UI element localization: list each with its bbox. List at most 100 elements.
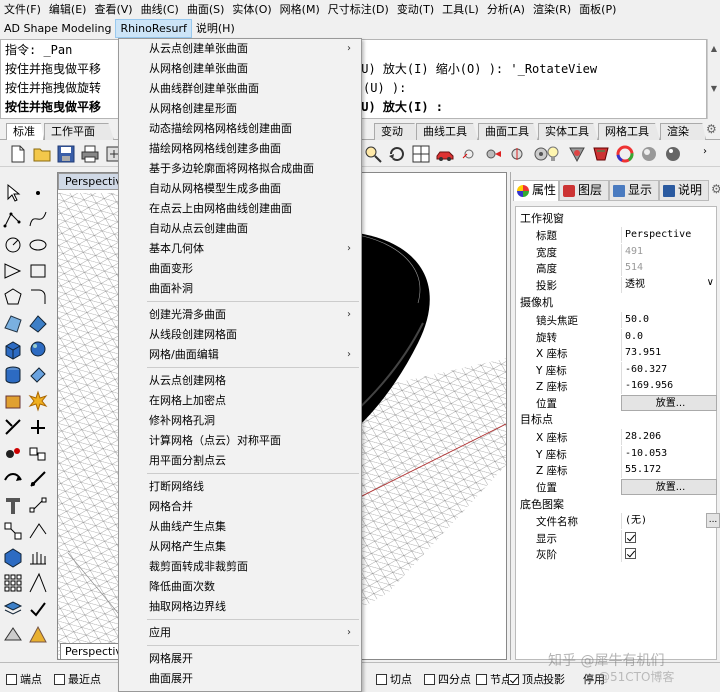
- material-pyramid-icon[interactable]: [27, 624, 49, 646]
- property-value[interactable]: 28.206: [621, 429, 717, 445]
- chevron-right-icon[interactable]: ›: [703, 146, 707, 157]
- dropdown-item[interactable]: 曲面变形: [119, 259, 361, 279]
- dropdown-item[interactable]: 从网格创建星形面: [119, 99, 361, 119]
- tab-cplanes[interactable]: 工作平面: [44, 123, 114, 140]
- grid-array-icon[interactable]: [2, 572, 24, 594]
- property-value[interactable]: (无): [621, 513, 717, 529]
- checkbox[interactable]: [625, 548, 636, 559]
- tab-layers[interactable]: 图层: [559, 180, 609, 201]
- surface-icon[interactable]: [2, 312, 24, 334]
- new-file-icon[interactable]: [8, 144, 28, 164]
- four-views-icon[interactable]: [411, 144, 431, 164]
- tab-transform[interactable]: 变动: [374, 123, 418, 140]
- dropdown-item[interactable]: 打断网络线: [119, 477, 361, 497]
- dropdown-item[interactable]: 自动从网格模型生成多曲面: [119, 179, 361, 199]
- tab-help[interactable]: 说明: [659, 180, 709, 201]
- menu-solid[interactable]: 实体(O): [228, 0, 275, 19]
- checkbox[interactable]: [6, 674, 17, 685]
- car-icon[interactable]: [435, 144, 455, 164]
- checkbox[interactable]: [376, 674, 387, 685]
- color-wheel-icon[interactable]: [615, 144, 635, 164]
- menu-rhinoresurf[interactable]: RhinoResurf: [115, 19, 192, 38]
- menu-render[interactable]: 渲染(R): [529, 0, 575, 19]
- dropdown-item[interactable]: 应用 ›: [119, 623, 361, 643]
- menu-edit[interactable]: 编辑(E): [45, 0, 91, 19]
- osnap-toggle[interactable]: 最近点: [54, 671, 101, 687]
- zoom-icon[interactable]: [363, 144, 383, 164]
- edit-points-icon[interactable]: [27, 520, 49, 542]
- layer-icon[interactable]: [2, 598, 24, 620]
- box-icon[interactable]: [2, 338, 24, 360]
- dropdown-item[interactable]: 网格/曲面编辑 ›: [119, 345, 361, 365]
- property-value[interactable]: -169.956: [621, 378, 717, 394]
- osnap-toggle[interactable]: 四分点: [424, 671, 471, 687]
- command-scrollbar[interactable]: ▲ ▼: [707, 39, 720, 119]
- copy-icon[interactable]: [27, 468, 49, 490]
- property-value[interactable]: 0.0: [621, 328, 717, 345]
- scroll-down-icon[interactable]: ▼: [708, 79, 720, 99]
- checkbox[interactable]: [508, 674, 519, 685]
- property-checkbox[interactable]: [621, 546, 717, 562]
- panel-gear-icon[interactable]: ⚙: [711, 182, 720, 196]
- property-value[interactable]: 514: [621, 260, 717, 276]
- light-icon[interactable]: [543, 144, 563, 164]
- material-icon[interactable]: [567, 144, 587, 164]
- lock-icon[interactable]: [507, 144, 527, 164]
- menu-curve[interactable]: 曲线(C): [137, 0, 183, 19]
- checkbox[interactable]: [54, 674, 65, 685]
- sphere-icon[interactable]: [27, 338, 49, 360]
- menu-transform[interactable]: 变动(T): [393, 0, 438, 19]
- dropdown-item[interactable]: 从云点创建网格: [119, 371, 361, 391]
- property-value[interactable]: 491: [621, 243, 717, 260]
- split-icon[interactable]: [27, 416, 49, 438]
- tab-curve-tools[interactable]: 曲线工具: [416, 123, 478, 140]
- select-arrow-icon[interactable]: [2, 182, 24, 204]
- checkbox[interactable]: [424, 674, 435, 685]
- dropdown-item[interactable]: 抽取网格边界线: [119, 597, 361, 617]
- osnap-toggle[interactable]: 节点: [476, 671, 512, 687]
- dropdown-item[interactable]: 曲面补洞: [119, 279, 361, 299]
- menu-mesh[interactable]: 网格(M): [276, 0, 324, 19]
- polyline-icon[interactable]: [2, 208, 24, 230]
- hide-icon[interactable]: [483, 144, 503, 164]
- place-button[interactable]: 放置...: [621, 394, 717, 411]
- tab-solid-tools[interactable]: 实体工具: [538, 123, 598, 140]
- dropdown-item[interactable]: 在点云上由网格曲线创建曲面: [119, 199, 361, 219]
- text-icon[interactable]: [2, 494, 24, 516]
- property-value[interactable]: 73.951: [621, 345, 717, 361]
- tab-standard[interactable]: 标准: [6, 123, 44, 140]
- tab-render[interactable]: 渲染: [660, 123, 706, 140]
- circle-icon[interactable]: [2, 234, 24, 256]
- property-value[interactable]: -10.053: [621, 445, 717, 462]
- osnap-toggle[interactable]: 投影: [543, 671, 565, 687]
- dropdown-item[interactable]: 基本几何体 ›: [119, 239, 361, 259]
- dropdown-item[interactable]: 从曲线产生点集: [119, 517, 361, 537]
- gear-icon[interactable]: ⚙: [706, 122, 717, 136]
- menu-ad-shape-modeling[interactable]: AD Shape Modeling: [0, 19, 115, 38]
- control-points-icon[interactable]: [2, 520, 24, 542]
- menu-view[interactable]: 查看(V): [90, 0, 136, 19]
- property-value[interactable]: Perspective: [621, 227, 717, 243]
- dropdown-item[interactable]: 裁剪面转成非裁剪面: [119, 557, 361, 577]
- dropdown-item[interactable]: 曲面展开: [119, 669, 361, 689]
- place-button[interactable]: 放置...: [621, 478, 717, 495]
- tab-mesh-tools[interactable]: 网格工具: [598, 123, 660, 140]
- dropdown-item[interactable]: 自动从点云创建曲面: [119, 219, 361, 239]
- check-icon[interactable]: [27, 598, 49, 620]
- menu-file[interactable]: 文件(F): [0, 0, 45, 19]
- save-icon[interactable]: [56, 144, 76, 164]
- dropdown-item[interactable]: 用平面分割点云: [119, 451, 361, 471]
- ellipse-icon[interactable]: [27, 234, 49, 256]
- dropdown-item[interactable]: 动态描绘网格网格线创建曲面: [119, 119, 361, 139]
- analysis-icon[interactable]: [27, 572, 49, 594]
- texture-icon[interactable]: [591, 144, 611, 164]
- viewport-tab-perspective[interactable]: Perspective: [60, 643, 129, 660]
- browse-button[interactable]: ...: [706, 513, 720, 528]
- menu-dimension[interactable]: 尺寸标注(D): [324, 0, 393, 19]
- menu-tools[interactable]: 工具(L): [438, 0, 483, 19]
- extrude-icon[interactable]: [27, 364, 49, 386]
- point-icon[interactable]: [27, 182, 49, 204]
- property-value[interactable]: 透视: [621, 276, 717, 293]
- scroll-up-icon[interactable]: ▲: [708, 39, 720, 59]
- menu-surface[interactable]: 曲面(S): [183, 0, 229, 19]
